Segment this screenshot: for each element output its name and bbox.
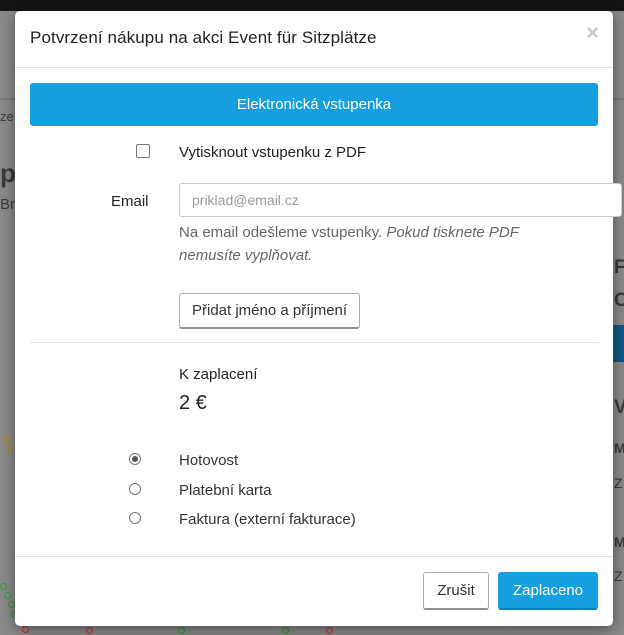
modal-header: Potvrzení nákupu na akci Event für Sitzp…	[15, 11, 613, 68]
background-heading-fragment: p	[0, 158, 16, 188]
close-icon[interactable]: ×	[586, 21, 599, 45]
payment-cash-label: Hotovost	[179, 452, 239, 469]
section-divider	[30, 342, 598, 343]
email-label: Email	[111, 193, 149, 210]
modal-title: Potvrzení nákupu na akci Event für Sitzp…	[30, 28, 377, 47]
purchase-confirmation-modal: Potvrzení nákupu na akci Event für Sitzp…	[15, 11, 622, 626]
seat-dot	[86, 627, 93, 634]
seat-dot	[178, 627, 185, 634]
seat-dot	[326, 627, 333, 634]
background-side-fragment-2: C	[614, 290, 624, 311]
seat-dot	[0, 583, 7, 590]
background-side-fragment-4: M	[614, 440, 624, 456]
background-side-button	[613, 325, 624, 362]
amount-due-value: 2 €	[179, 392, 207, 414]
background-side-fragment-1: F	[614, 257, 624, 278]
seat-dot	[7, 444, 14, 451]
payment-invoice-radio[interactable]	[129, 512, 141, 524]
payment-card-label: Platební karta	[179, 482, 272, 499]
print-pdf-label: Vytisknout vstupenku z PDF	[179, 144, 367, 161]
seat-dot	[8, 601, 15, 608]
seat-dot	[22, 626, 29, 633]
top-bar	[0, 0, 624, 11]
background-breadcrumb-fragment: ze	[0, 109, 14, 124]
paid-button[interactable]: Zaplaceno	[498, 572, 598, 610]
seat-dot	[282, 627, 289, 634]
add-name-button[interactable]: Přidat jméno a příjmení	[179, 293, 361, 329]
background-subtitle-fragment: Br	[0, 196, 15, 213]
modal-footer-divider	[15, 556, 613, 557]
background-side-fragment-6: M	[614, 534, 624, 550]
payment-card-radio[interactable]	[129, 483, 141, 495]
cancel-button[interactable]: Zrušit	[423, 572, 489, 610]
electronic-ticket-button[interactable]: Elektronická vstupenka	[30, 83, 598, 126]
background-side-fragment-3: V	[614, 397, 624, 418]
payment-invoice-label: Faktura (externí fakturace)	[179, 511, 356, 528]
seat-dot	[4, 592, 11, 599]
print-pdf-checkbox[interactable]	[136, 144, 150, 158]
email-field[interactable]	[179, 183, 622, 217]
email-help-text: Na email odešleme vstupenky. Pokud tiskn…	[179, 221, 559, 267]
background-side-fragment-5: Z	[614, 475, 623, 491]
payment-cash-radio[interactable]	[129, 453, 141, 465]
amount-due-label: K zaplacení	[179, 366, 258, 383]
email-help-normal: Na email odešleme vstupenky.	[179, 224, 383, 241]
background-side-fragment-7: Z	[614, 568, 623, 584]
seat-dot	[3, 436, 10, 443]
